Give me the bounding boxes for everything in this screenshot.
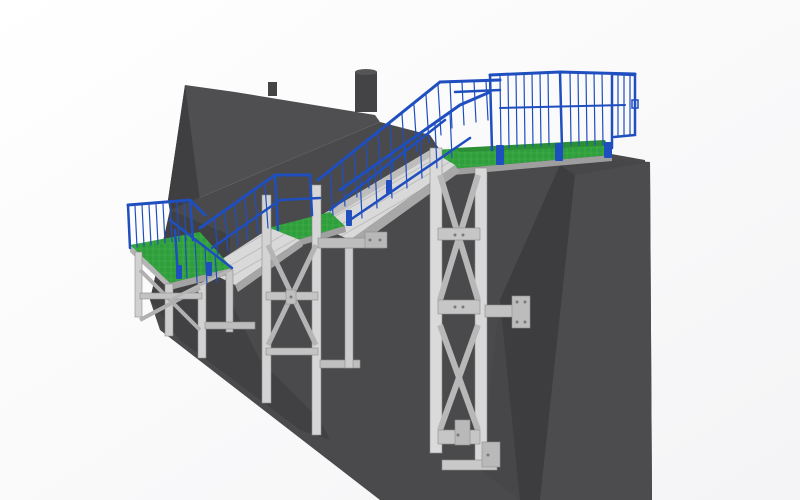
vent-stack [355, 72, 377, 112]
render-viewport [0, 0, 800, 500]
wall-anchor-plate [511, 295, 531, 329]
support-column [344, 247, 354, 369]
base-plate [454, 419, 471, 446]
steel-stair-platform-render [0, 0, 800, 500]
support-column [164, 283, 174, 337]
support-column [311, 184, 322, 436]
base-plate [364, 231, 388, 249]
vent-stub [268, 82, 277, 96]
base-plate [481, 441, 501, 468]
support-column [134, 251, 143, 318]
